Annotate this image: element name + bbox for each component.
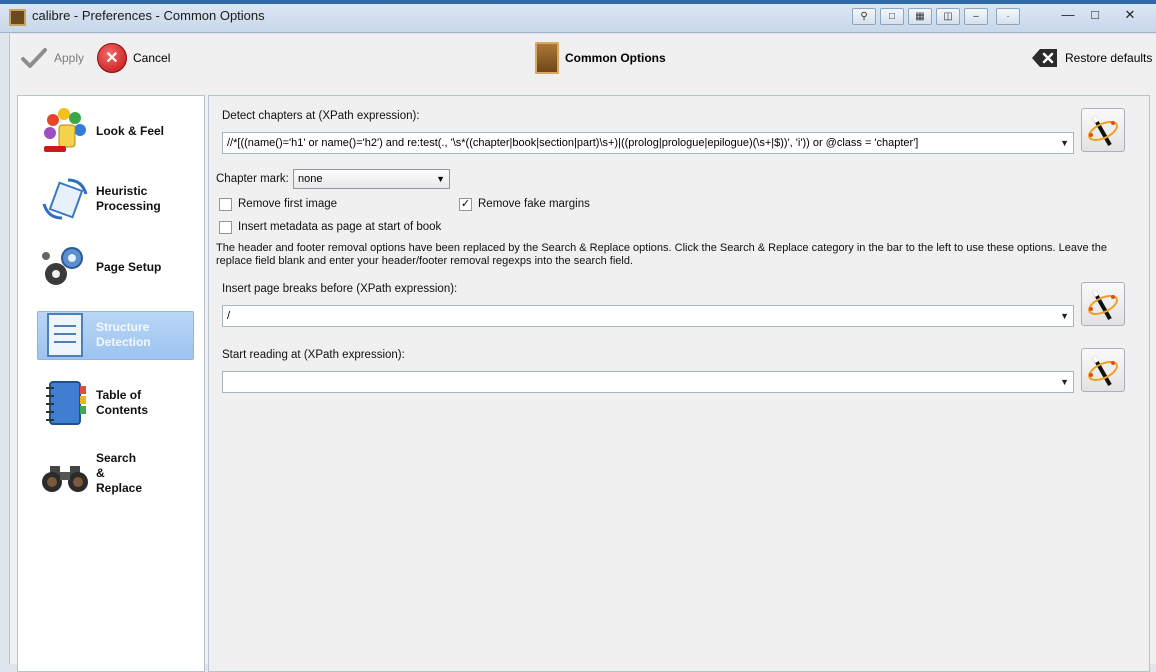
binoculars-icon — [42, 466, 88, 492]
sidebar-item-heuristic-processing[interactable]: Heuristic Processing — [22, 172, 192, 226]
remove-fake-margins-checkbox[interactable]: ✓ — [459, 198, 472, 211]
page-breaks-label: Insert page breaks before (XPath express… — [222, 283, 458, 295]
detect-chapters-wizard-button[interactable] — [1081, 108, 1125, 152]
sidebar-label: Search & Replace — [96, 450, 143, 495]
sidebar-item-look-feel[interactable]: Look & Feel — [22, 104, 192, 158]
backspace-x-icon — [1032, 49, 1057, 67]
gears-icon — [42, 247, 83, 285]
calibre-app-icon — [9, 9, 26, 26]
apply-label: Apply — [54, 51, 85, 65]
sidebar-label: Page Setup — [96, 259, 162, 274]
sidebar-label: Heuristic Processing — [96, 184, 161, 213]
page-breaks-combo[interactable]: / ▼ — [222, 305, 1074, 327]
chapter-mark-label: Chapter mark: — [216, 173, 289, 185]
maximize-button[interactable]: □ — [1083, 7, 1107, 23]
sidebar-label: Structure Detection — [96, 320, 151, 349]
checkmark-icon — [21, 48, 47, 68]
cancel-x-icon: ✕ — [97, 43, 127, 73]
chevron-down-icon[interactable]: ▼ — [1060, 133, 1069, 153]
start-reading-wizard-button[interactable] — [1081, 348, 1125, 392]
toc-book-icon — [46, 381, 86, 425]
page-breaks-value: / — [227, 310, 231, 322]
palette-icon — [44, 108, 86, 152]
split-icon[interactable]: ◫ — [936, 8, 960, 25]
apply-button[interactable]: Apply — [20, 44, 84, 72]
sidebar-item-table-of-contents[interactable]: Table of Contents — [22, 376, 192, 430]
sidebar-item-search-replace[interactable]: Search & Replace — [22, 444, 192, 502]
magic-wand-icon — [1088, 355, 1118, 386]
section-header: Common Options — [535, 41, 666, 75]
magic-wand-icon — [1088, 289, 1118, 320]
detect-chapters-label: Detect chapters at (XPath expression): — [222, 110, 420, 122]
restore-defaults-button[interactable]: Restore defaults — [1031, 44, 1152, 72]
restore-small-icon[interactable]: □ — [880, 8, 904, 25]
remove-fake-margins-label[interactable]: Remove fake margins — [478, 198, 590, 210]
grid-icon[interactable]: ▦ — [908, 8, 932, 25]
chevron-down-icon[interactable]: ▼ — [1060, 306, 1069, 326]
minimize-small-icon[interactable]: – — [964, 8, 988, 25]
heuristic-icon — [42, 178, 88, 220]
chapter-mark-value: none — [298, 173, 323, 185]
chevron-down-icon[interactable]: ▼ — [1060, 372, 1069, 392]
insert-metadata-label[interactable]: Insert metadata as page at start of book — [238, 221, 441, 233]
detect-chapters-value: //*[((name()='h1' or name()='h2') and re… — [227, 137, 919, 149]
section-title: Common Options — [565, 51, 666, 65]
remove-first-image-label[interactable]: Remove first image — [238, 198, 337, 210]
detect-chapters-combo[interactable]: //*[((name()='h1' or name()='h2') and re… — [222, 132, 1074, 154]
window-title: calibre - Preferences - Common Options — [32, 8, 265, 23]
chapter-mark-select[interactable]: none ▼ — [293, 169, 450, 189]
header-footer-info-text: The header and footer removal options ha… — [216, 242, 1107, 267]
chevron-down-icon[interactable]: ▼ — [436, 170, 445, 188]
common-options-book-icon — [535, 42, 559, 74]
sidebar-item-structure-detection[interactable]: Structure Detection — [22, 308, 192, 362]
magic-wand-icon — [1088, 115, 1118, 146]
page-breaks-wizard-button[interactable] — [1081, 282, 1125, 326]
start-reading-combo[interactable]: ▼ — [222, 371, 1074, 393]
insert-metadata-checkbox[interactable] — [219, 221, 232, 234]
close-button[interactable]: ✕ — [1118, 7, 1142, 23]
dot-icon[interactable]: · — [996, 8, 1020, 25]
pin-icon[interactable]: ⚲ — [852, 8, 876, 25]
minimize-button[interactable]: — — [1056, 7, 1080, 23]
remove-first-image-checkbox[interactable] — [219, 198, 232, 211]
structure-icon — [47, 313, 83, 357]
start-reading-label: Start reading at (XPath expression): — [222, 349, 405, 361]
cancel-button[interactable]: ✕ Cancel — [97, 43, 171, 73]
cancel-label: Cancel — [133, 51, 171, 65]
sidebar-label: Table of Contents — [96, 388, 148, 417]
sidebar-item-page-setup[interactable]: Page Setup — [22, 240, 192, 294]
restore-defaults-label: Restore defaults — [1065, 51, 1153, 65]
sidebar-label: Look & Feel — [96, 123, 165, 138]
